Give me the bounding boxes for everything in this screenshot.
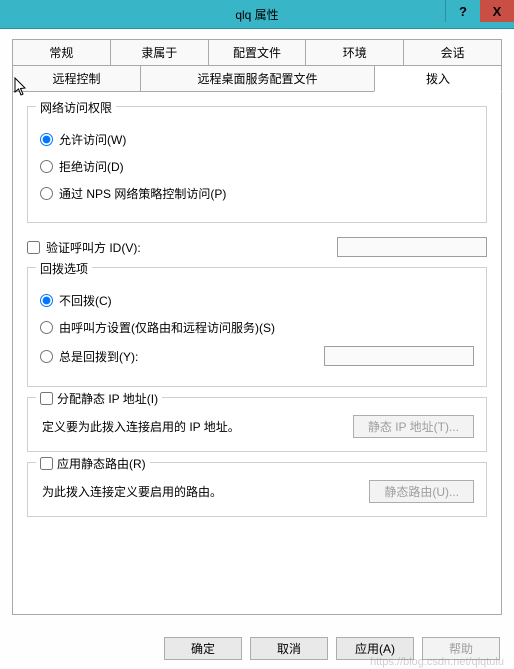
radio-allow[interactable] (40, 133, 53, 146)
tabs-row-2: 远程控制 远程桌面服务配置文件 拨入 (12, 65, 502, 92)
window-title: qlq 属性 (0, 6, 514, 23)
radio-allow-label: 允许访问(W) (59, 131, 126, 148)
radio-nps-label: 通过 NPS 网络策略控制访问(P) (59, 185, 226, 202)
check-static-routes[interactable] (40, 457, 53, 470)
tab-environment[interactable]: 环境 (306, 39, 404, 65)
radio-callback-always-label: 总是回拨到(Y): (59, 348, 138, 365)
group-static-ip-legend: 分配静态 IP 地址(I) (36, 390, 162, 407)
group-static-routes: 应用静态路由(R) 为此拨入连接定义要启用的路由。 静态路由(U)... (27, 462, 487, 517)
check-verify-caller[interactable] (27, 241, 40, 254)
cancel-button[interactable]: 取消 (250, 637, 328, 660)
tab-memberof[interactable]: 隶属于 (111, 39, 209, 65)
help-button-footer[interactable]: 帮助 (422, 637, 500, 660)
tab-dialin[interactable]: 拨入 (374, 65, 502, 92)
verify-caller-row: 验证呼叫方 ID(V): (27, 237, 487, 257)
radio-callback-bycaller[interactable] (40, 321, 53, 334)
radio-nps[interactable] (40, 187, 53, 200)
static-routes-button[interactable]: 静态路由(U)... (369, 480, 474, 503)
static-ip-label: 分配静态 IP 地址(I) (57, 390, 158, 407)
radio-callback-always[interactable] (40, 350, 53, 363)
titlebar-buttons: ? X (445, 0, 514, 28)
radio-callback-bycaller-row[interactable]: 由呼叫方设置(仅路由和远程访问服务)(S) (40, 319, 474, 336)
callback-always-input[interactable] (324, 346, 474, 366)
tabs-row-1: 常规 隶属于 配置文件 环境 会话 (12, 39, 502, 65)
tab-strip: 常规 隶属于 配置文件 环境 会话 远程控制 远程桌面服务配置文件 拨入 (12, 39, 502, 92)
verify-caller-label: 验证呼叫方 ID(V): (46, 239, 141, 256)
verify-caller-input[interactable] (337, 237, 487, 257)
ok-button[interactable]: 确定 (164, 637, 242, 660)
radio-nps-row[interactable]: 通过 NPS 网络策略控制访问(P) (40, 185, 474, 202)
radio-callback-none-row[interactable]: 不回拨(C) (40, 292, 474, 309)
group-network-access: 网络访问权限 允许访问(W) 拒绝访问(D) 通过 NPS 网络策略控制访问(P… (27, 106, 487, 223)
radio-callback-none-label: 不回拨(C) (59, 292, 112, 309)
tab-profile[interactable]: 配置文件 (209, 39, 307, 65)
apply-button[interactable]: 应用(A) (336, 637, 414, 660)
tab-panel-dialin: 网络访问权限 允许访问(W) 拒绝访问(D) 通过 NPS 网络策略控制访问(P… (12, 91, 502, 615)
radio-callback-none[interactable] (40, 294, 53, 307)
group-network-access-legend: 网络访问权限 (36, 99, 116, 116)
dialog-body: 常规 隶属于 配置文件 环境 会话 远程控制 远程桌面服务配置文件 拨入 网络访… (0, 29, 514, 669)
static-ip-desc: 定义要为此拨入连接启用的 IP 地址。 (42, 418, 353, 435)
tab-general[interactable]: 常规 (12, 39, 111, 65)
group-callback: 回拨选项 不回拨(C) 由呼叫方设置(仅路由和远程访问服务)(S) 总是回拨到(… (27, 267, 487, 387)
static-routes-label: 应用静态路由(R) (57, 455, 146, 472)
group-static-ip: 分配静态 IP 地址(I) 定义要为此拨入连接启用的 IP 地址。 静态 IP … (27, 397, 487, 452)
tab-session[interactable]: 会话 (404, 39, 502, 65)
group-callback-legend: 回拨选项 (36, 260, 92, 277)
static-routes-desc: 为此拨入连接定义要启用的路由。 (42, 483, 369, 500)
radio-callback-bycaller-label: 由呼叫方设置(仅路由和远程访问服务)(S) (59, 319, 275, 336)
radio-deny-label: 拒绝访问(D) (59, 158, 124, 175)
dialog-buttons: 确定 取消 应用(A) 帮助 (164, 637, 500, 660)
close-button[interactable]: X (480, 0, 514, 22)
group-static-routes-legend: 应用静态路由(R) (36, 455, 150, 472)
radio-callback-always-row[interactable]: 总是回拨到(Y): (40, 346, 474, 366)
titlebar: qlq 属性 ? X (0, 0, 514, 29)
tab-remote-control[interactable]: 远程控制 (12, 65, 140, 92)
tab-rdp-profile[interactable]: 远程桌面服务配置文件 (140, 65, 374, 92)
check-static-ip[interactable] (40, 392, 53, 405)
radio-deny[interactable] (40, 160, 53, 173)
radio-allow-row[interactable]: 允许访问(W) (40, 131, 474, 148)
static-ip-button[interactable]: 静态 IP 地址(T)... (353, 415, 474, 438)
radio-deny-row[interactable]: 拒绝访问(D) (40, 158, 474, 175)
help-button[interactable]: ? (445, 0, 480, 22)
